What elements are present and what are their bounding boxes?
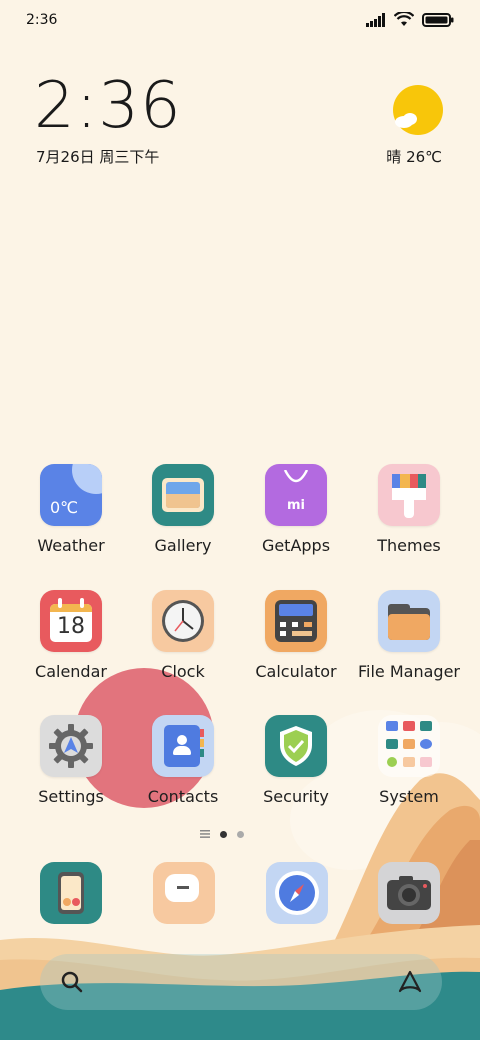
status-bar-time: 2:36 [26, 12, 58, 28]
contacts-app-icon [152, 715, 214, 777]
page-indicator[interactable] [200, 830, 244, 838]
system-folder[interactable]: System [354, 715, 464, 806]
themes-app-icon [378, 464, 440, 526]
app-label-clock: Clock [161, 662, 205, 681]
shield-check-icon [280, 726, 312, 766]
phone-app[interactable] [40, 862, 102, 924]
weather-app[interactable]: 0℃ Weather [16, 464, 126, 555]
clock-app[interactable]: Clock [128, 590, 238, 681]
getapps-tile-text: mi [287, 498, 306, 513]
search-icon [61, 971, 83, 993]
phone-dot-red [72, 898, 80, 906]
contacts-app[interactable]: Contacts [128, 715, 238, 806]
weather-widget-text: 晴 26℃ [386, 148, 442, 166]
app-label-security: Security [263, 787, 329, 806]
signal-icon [366, 13, 385, 27]
page-dot-active[interactable] [220, 830, 227, 838]
calendar-app[interactable]: 18 Calendar [16, 590, 126, 681]
list-menu-icon[interactable] [200, 830, 210, 838]
app-label-getapps: GetApps [261, 536, 331, 555]
analog-clock-icon [162, 600, 204, 642]
app-label-calendar: Calendar [35, 662, 107, 681]
file-manager-app[interactable]: File Manager [354, 590, 464, 681]
chat-dash [177, 886, 189, 889]
getapps-app-icon: mi [265, 464, 327, 526]
system-folder-icon [378, 715, 440, 777]
compass-icon [275, 871, 319, 915]
app-label-file-manager: File Manager [358, 662, 460, 681]
settings-app[interactable]: Settings [16, 715, 126, 806]
app-label-contacts: Contacts [147, 787, 219, 806]
clock-app-icon [152, 590, 214, 652]
settings-app-icon [40, 715, 102, 777]
wifi-icon [394, 12, 414, 26]
app-label-settings: Settings [38, 787, 104, 806]
camera-app[interactable] [378, 862, 440, 924]
app-label-themes: Themes [377, 536, 441, 555]
app-label-gallery: Gallery [154, 536, 212, 555]
calculator-app[interactable]: Calculator [241, 590, 351, 681]
calendar-tile-date: 18 [57, 614, 85, 639]
getapps-app[interactable]: mi GetApps [241, 464, 351, 555]
gallery-app[interactable]: Gallery [128, 464, 238, 555]
gear-icon [49, 724, 93, 768]
clock-widget-time[interactable]: 2:36 [34, 74, 182, 138]
app-label-weather: Weather [37, 536, 105, 555]
weather-app-icon: 0℃ [40, 464, 102, 526]
file-manager-app-icon [378, 590, 440, 652]
calendar-app-icon: 18 [40, 590, 102, 652]
gallery-app-icon [152, 464, 214, 526]
sunny-weather-icon[interactable] [392, 84, 444, 136]
status-icons [366, 12, 454, 28]
page-dot[interactable] [237, 830, 244, 838]
calculator-app-icon [265, 590, 327, 652]
battery-icon [422, 13, 454, 27]
phone-dot-orange [63, 898, 71, 906]
camera-icon [387, 876, 431, 910]
clock-widget-date: 7月26日 周三下午 [36, 148, 160, 166]
assistant-icon[interactable] [396, 968, 424, 996]
security-app-icon [265, 715, 327, 777]
app-label-system: System [379, 787, 439, 806]
app-label-calculator: Calculator [255, 662, 337, 681]
messages-app[interactable] [153, 862, 215, 924]
weather-tile-temp: 0℃ [50, 498, 79, 517]
security-app[interactable]: Security [241, 715, 351, 806]
browser-app[interactable] [266, 862, 328, 924]
themes-app[interactable]: Themes [354, 464, 464, 555]
bag-handle-icon [283, 470, 309, 483]
search-bar[interactable] [40, 954, 442, 1010]
